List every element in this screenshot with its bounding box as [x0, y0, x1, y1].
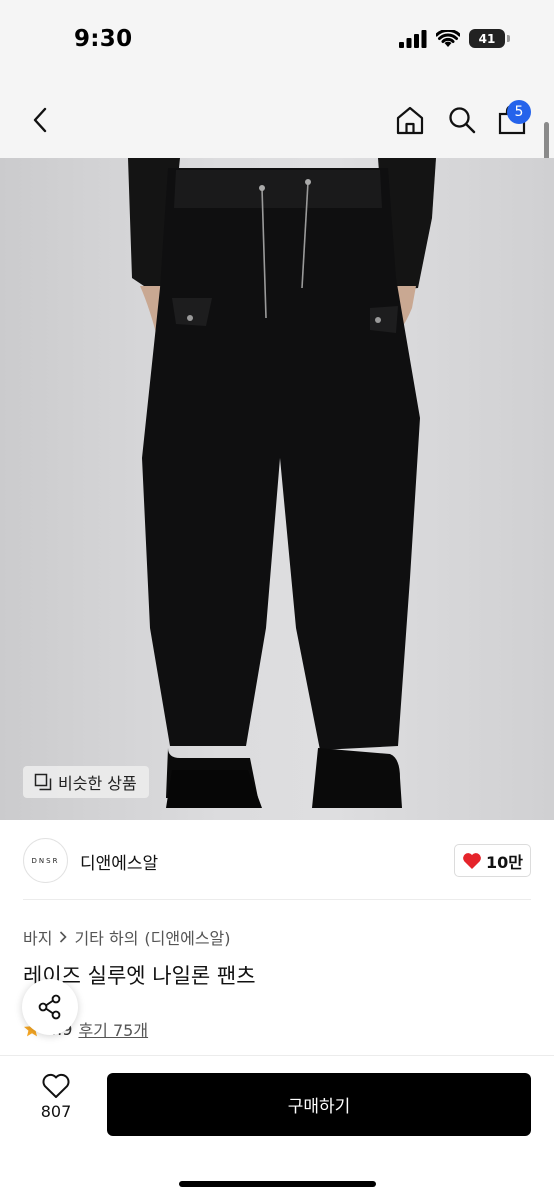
- share-button[interactable]: [22, 979, 78, 1035]
- brand-name[interactable]: 디앤에스알: [80, 849, 158, 874]
- status-bar: 9:30 41: [0, 0, 554, 82]
- breadcrumb-item-category[interactable]: 바지: [23, 925, 52, 949]
- wifi-icon: [436, 29, 460, 47]
- product-image[interactable]: [0, 158, 554, 820]
- wishlist-count: 807: [40, 1102, 72, 1121]
- section-divider: [23, 899, 531, 900]
- chevron-left-icon: [33, 107, 47, 133]
- wishlist-button[interactable]: 807: [28, 1072, 84, 1136]
- reviews-link[interactable]: 후기 75개: [78, 1017, 148, 1041]
- cart-count-badge: 5: [507, 100, 531, 124]
- nav-bar: [0, 82, 554, 158]
- battery-indicator: 41: [469, 29, 510, 48]
- heart-outline-icon: [42, 1073, 70, 1098]
- search-button[interactable]: [442, 100, 482, 140]
- brand-like-button[interactable]: 10만: [454, 844, 531, 877]
- similar-products-label: 비슷한 상품: [58, 774, 137, 793]
- share-icon: [38, 994, 61, 1020]
- battery-cap: [507, 35, 510, 42]
- bottom-action-bar: 807 구매하기: [0, 1055, 554, 1200]
- home-button[interactable]: [390, 100, 430, 140]
- breadcrumb-item-subcategory[interactable]: 기타 하의: [74, 925, 138, 949]
- status-icons: 41: [399, 29, 510, 48]
- heart-filled-icon: [463, 852, 481, 869]
- chevron-right-icon: [60, 931, 68, 943]
- battery-level: 41: [478, 31, 496, 46]
- product-photo: [128, 158, 436, 808]
- breadcrumb-item-brand[interactable]: (디앤에스알): [144, 925, 230, 949]
- search-icon: [449, 107, 476, 134]
- cellular-signal-icon: [399, 29, 427, 48]
- brand-logo[interactable]: DNSR: [23, 838, 68, 883]
- buy-button[interactable]: 구매하기: [107, 1073, 531, 1136]
- similar-items-icon: [34, 773, 52, 791]
- status-time: 9:30: [74, 26, 133, 52]
- home-icon: [396, 106, 424, 135]
- brand-like-count: 10만: [486, 852, 523, 872]
- brand-row[interactable]: DNSR 디앤에스알 10만: [0, 820, 554, 902]
- similar-products-button[interactable]: 비슷한 상품: [23, 766, 149, 798]
- battery-icon: 41: [469, 29, 505, 48]
- breadcrumb: 바지 기타 하의 (디앤에스알): [23, 925, 231, 949]
- home-indicator[interactable]: [179, 1181, 376, 1187]
- back-button[interactable]: [22, 100, 58, 140]
